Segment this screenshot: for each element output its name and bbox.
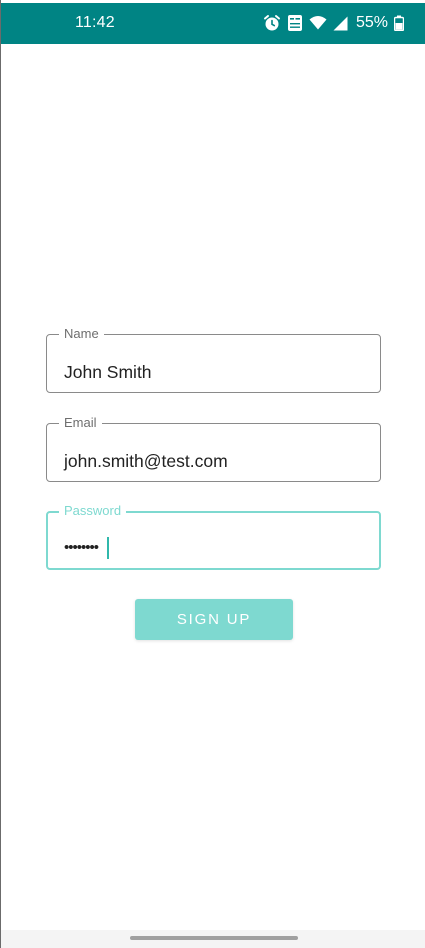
battery-icon bbox=[394, 15, 404, 31]
name-field[interactable]: Name John Smith bbox=[46, 326, 381, 393]
signup-screen: 11:42 55% Name John Smith Email john.smi… bbox=[0, 0, 425, 948]
name-value: John Smith bbox=[64, 362, 152, 382]
alarm-icon bbox=[263, 14, 281, 32]
cell-signal-icon bbox=[333, 16, 348, 31]
password-field[interactable]: Password •••••••• bbox=[46, 503, 381, 570]
navigation-bar bbox=[1, 930, 425, 948]
email-label: Email bbox=[59, 415, 102, 431]
name-label: Name bbox=[59, 326, 104, 342]
status-icons: 55% bbox=[263, 12, 404, 34]
email-value: john.smith@test.com bbox=[64, 451, 228, 471]
volte-icon bbox=[287, 14, 303, 32]
home-gesture-handle[interactable] bbox=[130, 936, 298, 940]
text-cursor bbox=[107, 537, 109, 559]
password-label: Password bbox=[59, 503, 127, 519]
email-field[interactable]: Email john.smith@test.com bbox=[46, 415, 381, 482]
status-bar: 11:42 55% bbox=[1, 3, 425, 44]
password-value: •••••••• bbox=[64, 539, 99, 556]
wifi-icon bbox=[309, 15, 327, 31]
sign-up-button[interactable]: SIGN UP bbox=[135, 599, 293, 640]
status-time: 11:42 bbox=[75, 14, 115, 31]
battery-percent: 55% bbox=[355, 14, 388, 31]
